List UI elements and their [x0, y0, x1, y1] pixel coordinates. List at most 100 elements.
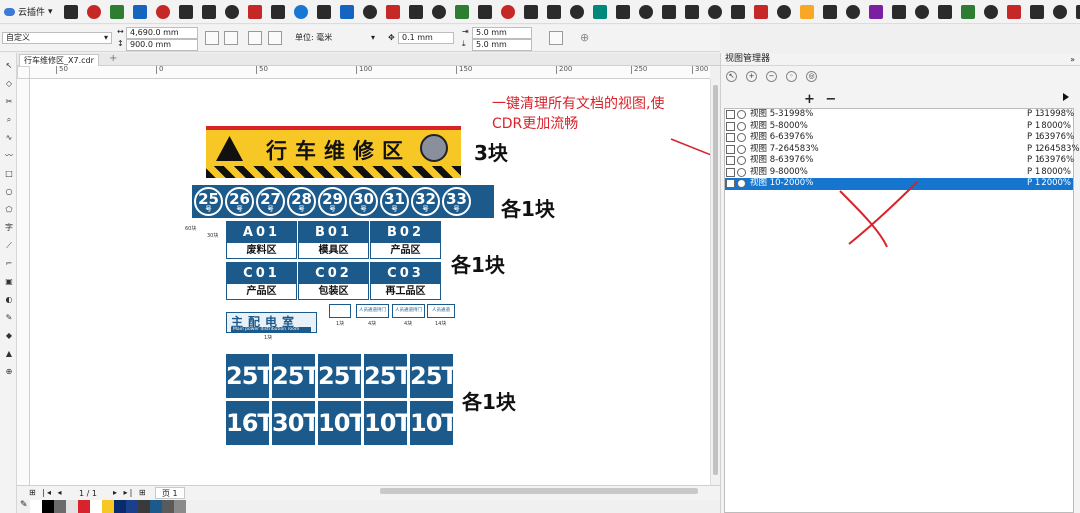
plugin-tool-icon[interactable] — [316, 4, 331, 19]
plugin-tool-icon[interactable] — [684, 4, 699, 19]
view-row[interactable]: 视图 9-8000% P 1 8000% — [725, 167, 1073, 179]
plugin-tool-icon[interactable] — [339, 4, 354, 19]
plugin-tool-icon[interactable] — [569, 4, 584, 19]
plugin-tool-icon[interactable] — [201, 4, 216, 19]
magnifier-icon[interactable] — [737, 121, 746, 131]
palette-swatch[interactable] — [138, 500, 150, 513]
plugin-tool-icon[interactable] — [845, 4, 860, 19]
plugin-tool-icon[interactable] — [891, 4, 906, 19]
palette-swatch[interactable] — [126, 500, 138, 513]
magnifier-icon[interactable] — [737, 144, 746, 154]
units-select[interactable]: 单位: 毫米 — [291, 32, 379, 44]
plugin-tool-icon[interactable] — [385, 4, 400, 19]
zoom-tool-icon[interactable]: ⌕ — [4, 115, 14, 125]
vertical-ruler[interactable] — [17, 79, 30, 485]
plugin-tool-icon[interactable] — [546, 4, 561, 19]
page-width-field[interactable]: 4,690.0 mm — [126, 27, 198, 39]
page-icon[interactable] — [726, 179, 735, 189]
plugin-tool-icon[interactable] — [937, 4, 952, 19]
eyedropper-icon[interactable]: ✎ — [20, 500, 28, 510]
page-icon[interactable] — [726, 144, 735, 154]
vertical-scrollbar[interactable] — [710, 79, 719, 485]
plugin-tool-icon[interactable] — [500, 4, 515, 19]
palette-swatch[interactable] — [78, 500, 90, 513]
plugin-tool-icon[interactable] — [983, 4, 998, 19]
palette-swatch[interactable] — [42, 500, 54, 513]
zoom-out-icon[interactable]: − — [766, 71, 777, 82]
drop-shadow-icon[interactable]: ▣ — [4, 277, 14, 287]
plugin-tool-icon[interactable] — [776, 4, 791, 19]
plugin-tool-icon[interactable] — [1006, 4, 1021, 19]
plugin-tool-icon[interactable] — [63, 4, 78, 19]
palette-swatch[interactable] — [174, 500, 186, 513]
view-row[interactable]: 视图 5-31998% P 1 31998% — [725, 109, 1074, 121]
drawing-canvas[interactable]: 行车维修区 3块 25 号 26 号 27 号 28 号 29 号 30 号 31 号 32 号 33 号 各1块… — [30, 79, 710, 485]
plugin-tool-icon[interactable] — [661, 4, 676, 19]
zoom-one-shot-icon[interactable]: ↖ — [726, 71, 737, 82]
horizontal-scrollbar[interactable] — [380, 488, 698, 494]
plugin-tool-icon[interactable] — [615, 4, 630, 19]
add-remove-view-buttons[interactable]: + − — [804, 92, 839, 107]
palette-swatch[interactable] — [102, 500, 114, 513]
current-page-button[interactable] — [268, 31, 282, 45]
duplicate-y-field[interactable]: 5.0 mm — [472, 39, 532, 51]
add-tab-icon[interactable]: + — [109, 53, 117, 64]
plugin-tool-icon[interactable] — [477, 4, 492, 19]
palette-swatch[interactable] — [66, 500, 78, 513]
freehand-tool-icon[interactable]: ∿ — [4, 133, 14, 143]
shape-tool-icon[interactable]: ◇ — [4, 79, 14, 89]
view-row[interactable]: 视图 7-264583% P 1 264583% — [725, 144, 1080, 156]
plugin-tool-icon[interactable] — [270, 4, 285, 19]
palette-swatch[interactable] — [30, 500, 42, 513]
view-name[interactable]: 视图 5-31998% — [750, 109, 1027, 120]
view-name[interactable]: 视图 8-63976% — [750, 155, 1027, 166]
page-icon[interactable] — [726, 156, 735, 166]
plugin-tool-icon[interactable] — [523, 4, 538, 19]
plugin-tool-icon[interactable] — [960, 4, 975, 19]
page-height-field[interactable]: 900.0 mm — [126, 39, 198, 51]
plugin-tool-icon[interactable] — [293, 4, 308, 19]
plugin-tool-icon[interactable] — [408, 4, 423, 19]
plugin-tool-icon[interactable] — [799, 4, 814, 19]
nudge-distance-field[interactable]: 0.1 mm — [398, 32, 454, 44]
magnifier-icon[interactable] — [737, 167, 746, 177]
plugin-tool-icon[interactable] — [707, 4, 722, 19]
plugin-tool-icon[interactable] — [454, 4, 469, 19]
page-icon[interactable] — [726, 167, 735, 177]
pick-tool-icon[interactable]: ↖ — [4, 61, 14, 71]
eyedropper-icon[interactable]: ✎ — [4, 313, 14, 323]
plugin-tool-icon[interactable] — [362, 4, 377, 19]
magnifier-icon[interactable] — [737, 110, 746, 120]
plugin-tool-icon[interactable] — [132, 4, 147, 19]
palette-swatch[interactable] — [54, 500, 66, 513]
zoom-in-icon[interactable]: + — [746, 71, 757, 82]
view-name[interactable]: 视图 6-63976% — [750, 132, 1027, 143]
palette-swatch[interactable] — [150, 500, 162, 513]
plugin-tool-icon[interactable] — [431, 4, 446, 19]
artistic-media-icon[interactable]: 〰 — [4, 151, 14, 161]
magnifier-icon[interactable] — [737, 156, 746, 166]
scroll-thumb[interactable] — [713, 85, 718, 475]
view-name[interactable]: 视图 7-264583% — [750, 144, 1027, 155]
transparency-icon[interactable]: ◐ — [4, 295, 14, 305]
collapse-icon[interactable]: » — [1070, 53, 1075, 66]
page-icon[interactable] — [726, 133, 735, 143]
polygon-tool-icon[interactable]: ⬠ — [4, 205, 14, 215]
zoom-all-icon[interactable]: ◎ — [806, 71, 817, 82]
plugin-tool-icon[interactable] — [178, 4, 193, 19]
ruler-corner[interactable] — [17, 66, 30, 79]
palette-swatch[interactable] — [162, 500, 174, 513]
text-tool-icon[interactable]: 字 — [4, 223, 14, 233]
parallel-dimension-icon[interactable]: ⟋ — [4, 241, 14, 251]
connector-tool-icon[interactable]: ⌐ — [4, 259, 14, 269]
palette-swatch[interactable] — [90, 500, 102, 513]
plugin-tool-icon[interactable] — [753, 4, 768, 19]
page-tab[interactable]: 页 1 — [155, 487, 185, 499]
plugin-tool-icon[interactable] — [1029, 4, 1044, 19]
plugin-tool-icon[interactable] — [86, 4, 101, 19]
plugin-tool-icon[interactable] — [1075, 4, 1080, 19]
view-row[interactable]: 视图 8-63976% P 1 63976% — [725, 155, 1074, 167]
all-pages-button[interactable] — [248, 31, 262, 45]
duplicate-x-field[interactable]: 5.0 mm — [472, 27, 532, 39]
plugin-tool-icon[interactable] — [109, 4, 124, 19]
